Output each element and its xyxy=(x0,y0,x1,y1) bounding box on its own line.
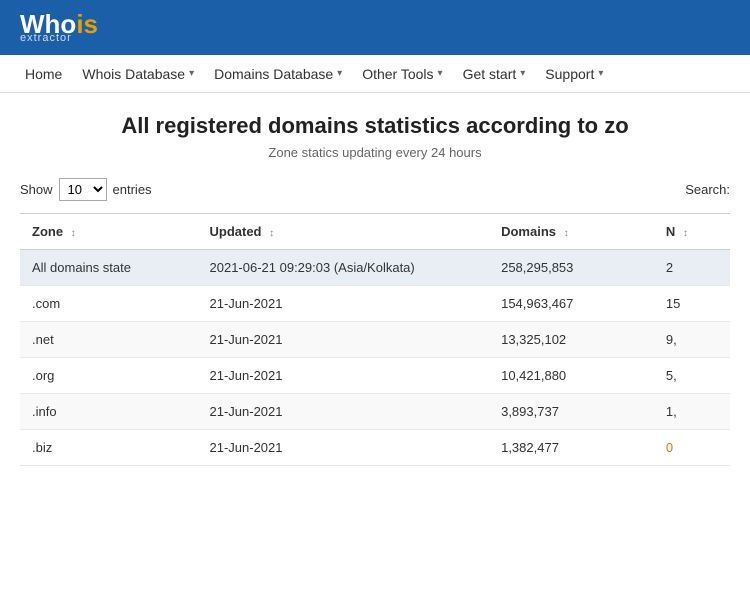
cell-zone: .org xyxy=(20,358,198,394)
cell-updated: 21-Jun-2021 xyxy=(198,430,490,466)
cell-zone: All domains state xyxy=(20,250,198,286)
logo-extractor: extractor xyxy=(20,33,98,44)
nav-other-tools[interactable]: Other Tools ▾ xyxy=(352,55,452,93)
col-header-domains[interactable]: Domains ↕ xyxy=(489,214,654,250)
page-subtitle: Zone statics updating every 24 hours xyxy=(20,145,730,160)
cell-zone: .com xyxy=(20,286,198,322)
table-row: .biz21-Jun-20211,382,4770 xyxy=(20,430,730,466)
cell-updated: 21-Jun-2021 xyxy=(198,358,490,394)
chevron-down-icon: ▾ xyxy=(438,68,443,79)
cell-n: 9, xyxy=(654,322,730,358)
cell-n: 0 xyxy=(654,430,730,466)
table-row: .info21-Jun-20213,893,7371, xyxy=(20,394,730,430)
cell-n: 15 xyxy=(654,286,730,322)
chevron-down-icon: ▾ xyxy=(189,68,194,79)
cell-domains: 10,421,880 xyxy=(489,358,654,394)
search-label: Search: xyxy=(685,182,730,197)
col-header-zone[interactable]: Zone ↕ xyxy=(20,214,198,250)
nav-whois-label: Whois Database xyxy=(82,66,185,82)
nav-home-label: Home xyxy=(25,66,62,82)
chevron-down-icon: ▾ xyxy=(337,68,342,79)
nav-domains-label: Domains Database xyxy=(214,66,333,82)
cell-domains: 13,325,102 xyxy=(489,322,654,358)
cell-zone: .net xyxy=(20,322,198,358)
entries-select[interactable]: 10 25 50 100 xyxy=(59,178,107,201)
navigation: Home Whois Database ▾ Domains Database ▾… xyxy=(0,55,750,93)
nav-get-start[interactable]: Get start ▾ xyxy=(453,55,536,93)
table-row: .com21-Jun-2021154,963,46715 xyxy=(20,286,730,322)
logo[interactable]: Whois extractor xyxy=(20,11,98,44)
nav-get-start-label: Get start xyxy=(463,66,517,82)
chevron-down-icon: ▾ xyxy=(598,68,603,79)
header: Whois extractor xyxy=(0,0,750,55)
nav-whois-database[interactable]: Whois Database ▾ xyxy=(72,55,204,93)
show-entries-control: Show 10 25 50 100 entries xyxy=(20,178,152,201)
cell-domains: 154,963,467 xyxy=(489,286,654,322)
cell-updated: 21-Jun-2021 xyxy=(198,286,490,322)
nav-support-label: Support xyxy=(545,66,594,82)
cell-domains: 258,295,853 xyxy=(489,250,654,286)
col-header-updated[interactable]: Updated ↕ xyxy=(198,214,490,250)
table-row: .net21-Jun-202113,325,1029, xyxy=(20,322,730,358)
cell-updated: 2021-06-21 09:29:03 (Asia/Kolkata) xyxy=(198,250,490,286)
entries-label: entries xyxy=(113,182,152,197)
main-content: All registered domains statistics accord… xyxy=(0,93,750,476)
nav-support[interactable]: Support ▾ xyxy=(535,55,613,93)
cell-zone: .info xyxy=(20,394,198,430)
cell-n: 1, xyxy=(654,394,730,430)
nav-home[interactable]: Home xyxy=(15,55,72,93)
sort-icon: ↕ xyxy=(269,228,274,239)
table-row: .org21-Jun-202110,421,8805, xyxy=(20,358,730,394)
controls-row: Show 10 25 50 100 entries Search: xyxy=(20,178,730,201)
col-header-n[interactable]: N ↕ xyxy=(654,214,730,250)
nav-domains-database[interactable]: Domains Database ▾ xyxy=(204,55,352,93)
data-table: Zone ↕ Updated ↕ Domains ↕ N ↕ All domai… xyxy=(20,213,730,466)
show-label: Show xyxy=(20,182,53,197)
cell-updated: 21-Jun-2021 xyxy=(198,394,490,430)
cell-n: 5, xyxy=(654,358,730,394)
nav-other-tools-label: Other Tools xyxy=(362,66,433,82)
sort-icon: ↕ xyxy=(683,228,688,239)
cell-updated: 21-Jun-2021 xyxy=(198,322,490,358)
cell-n: 2 xyxy=(654,250,730,286)
chevron-down-icon: ▾ xyxy=(520,68,525,79)
page-title: All registered domains statistics accord… xyxy=(20,113,730,139)
table-header-row: Zone ↕ Updated ↕ Domains ↕ N ↕ xyxy=(20,214,730,250)
cell-domains: 1,382,477 xyxy=(489,430,654,466)
table-row: All domains state2021-06-21 09:29:03 (As… xyxy=(20,250,730,286)
cell-zone: .biz xyxy=(20,430,198,466)
sort-icon: ↕ xyxy=(71,228,76,239)
cell-domains: 3,893,737 xyxy=(489,394,654,430)
sort-icon: ↕ xyxy=(564,228,569,239)
